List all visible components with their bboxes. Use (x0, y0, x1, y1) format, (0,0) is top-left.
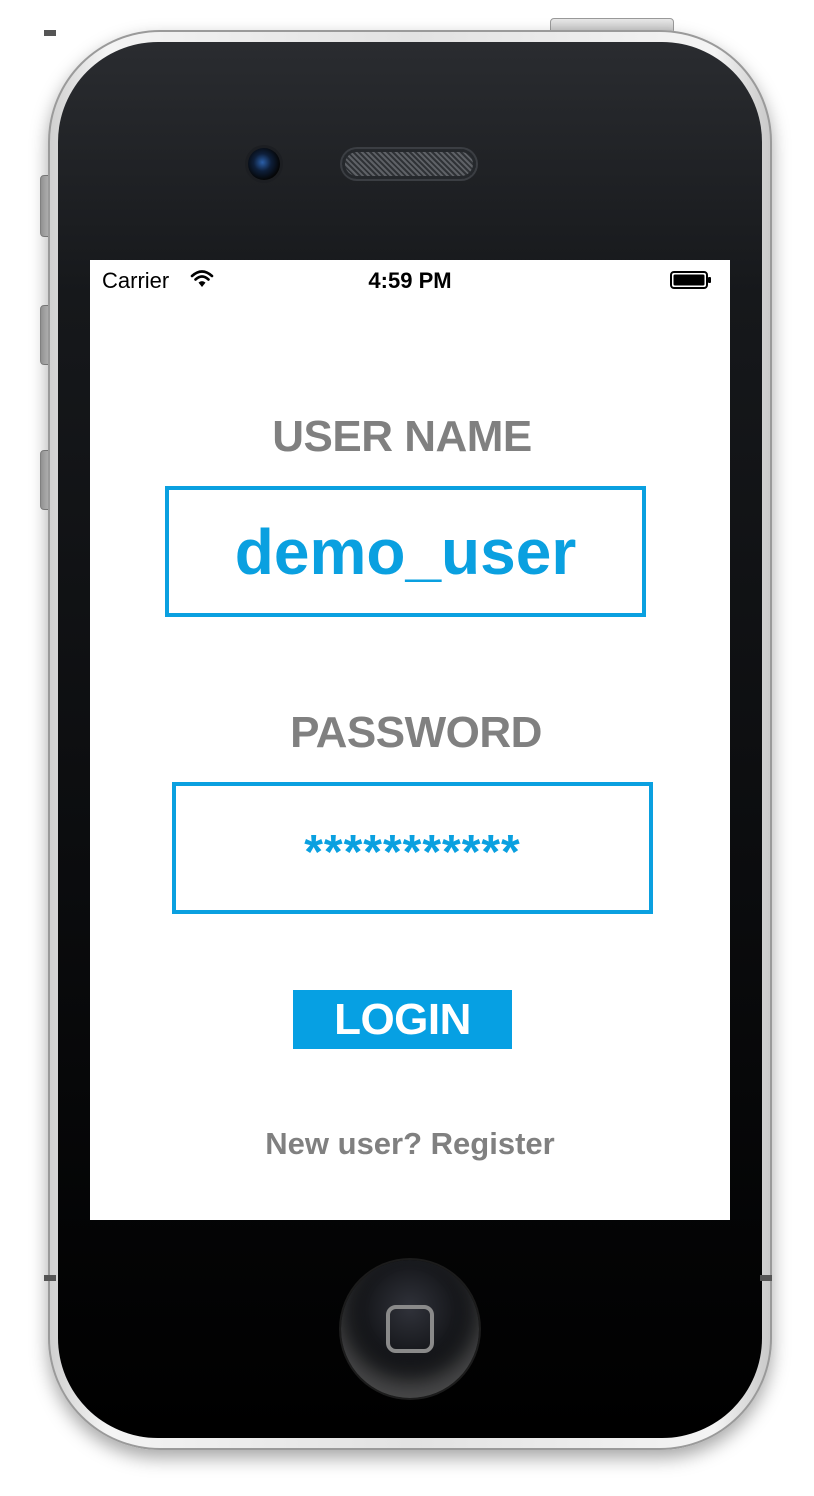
password-field[interactable]: *********** (172, 782, 653, 914)
antenna-band (44, 30, 56, 36)
screen: Carrier 4:59 PM USER NAME demo_user PASS… (90, 260, 730, 1220)
speaker-grille (342, 149, 476, 179)
battery-icon (670, 271, 711, 289)
username-label: USER NAME (272, 412, 532, 461)
password-value: *********** (304, 825, 521, 879)
register-link[interactable]: New user? Register (90, 1126, 730, 1162)
password-label: PASSWORD (290, 708, 542, 757)
home-square-icon (386, 1305, 434, 1353)
antenna-band (760, 1275, 772, 1281)
antenna-band (44, 1275, 56, 1281)
home-button[interactable] (341, 1260, 479, 1398)
status-time: 4:59 PM (368, 268, 452, 293)
device-frame: Carrier 4:59 PM USER NAME demo_user PASS… (0, 0, 814, 1496)
username-field[interactable]: demo_user (165, 486, 646, 617)
camera-lens (248, 148, 280, 180)
username-value: demo_user (234, 515, 577, 588)
login-button[interactable]: LOGIN (293, 990, 512, 1049)
status-bar: Carrier 4:59 PM (90, 260, 730, 300)
